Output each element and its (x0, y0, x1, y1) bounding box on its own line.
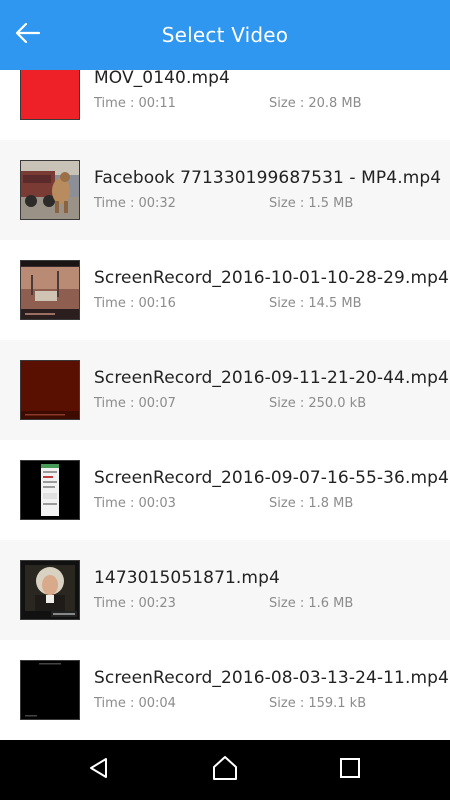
video-duration: Time : 00:07 (94, 396, 176, 411)
square-recents-icon (339, 757, 361, 783)
video-list-item[interactable]: Facebook 771330199687531 - MP4.mp4 Time … (0, 140, 450, 240)
video-file-name: Facebook 771330199687531 - MP4.mp4 (94, 168, 442, 188)
video-thumbnail (20, 460, 80, 520)
video-file-name: ScreenRecord_2016-08-03-13-24-11.mp4 (94, 668, 449, 688)
video-size: Size : 1.8 MB (269, 496, 354, 511)
video-file-name: ScreenRecord_2016-10-01-10-28-29.mp4 (94, 268, 449, 288)
system-recents-button[interactable] (330, 750, 370, 790)
video-size: Size : 159.1 kB (269, 696, 367, 711)
video-list[interactable]: MOV_0140.mp4 Time : 00:11 Size : 20.8 MB (0, 40, 450, 740)
video-duration: Time : 00:04 (94, 696, 176, 711)
video-size: Size : 1.5 MB (269, 196, 354, 211)
video-thumbnail (20, 360, 80, 420)
video-duration: Time : 00:16 (94, 296, 176, 311)
video-list-item[interactable]: ScreenRecord_2016-09-07-16-55-36.mp4 Tim… (0, 440, 450, 540)
select-video-screen: MOV_0140.mp4 Time : 00:11 Size : 20.8 MB (0, 0, 450, 800)
system-home-button[interactable] (205, 750, 245, 790)
home-icon (212, 755, 238, 785)
video-list-item[interactable]: 1473015051871.mp4 Time : 00:23 Size : 1.… (0, 540, 450, 640)
system-navigation-bar (0, 740, 450, 800)
video-thumbnail (20, 660, 80, 720)
video-size: Size : 20.8 MB (269, 96, 362, 111)
triangle-back-icon (87, 756, 111, 784)
video-thumbnail (20, 560, 80, 620)
video-duration: Time : 00:03 (94, 496, 176, 511)
video-size: Size : 250.0 kB (269, 396, 367, 411)
video-duration: Time : 00:32 (94, 196, 176, 211)
app-bar: Select Video (0, 0, 450, 70)
video-file-name: MOV_0140.mp4 (94, 68, 230, 88)
video-list-item[interactable]: ScreenRecord_2016-10-01-10-28-29.mp4 Tim… (0, 240, 450, 340)
video-thumbnail (20, 160, 80, 220)
video-file-name: 1473015051871.mp4 (94, 568, 280, 588)
video-list-item[interactable]: ScreenRecord_2016-08-03-13-24-11.mp4 Tim… (0, 640, 450, 740)
video-duration: Time : 00:11 (94, 96, 176, 111)
video-file-name: ScreenRecord_2016-09-07-16-55-36.mp4 (94, 468, 449, 488)
video-thumbnail (20, 260, 80, 320)
page-title: Select Video (161, 23, 289, 47)
video-list-item[interactable]: ScreenRecord_2016-09-11-21-20-44.mp4 Tim… (0, 340, 450, 440)
video-file-name: ScreenRecord_2016-09-11-21-20-44.mp4 (94, 368, 449, 388)
video-size: Size : 14.5 MB (269, 296, 362, 311)
video-size: Size : 1.6 MB (269, 596, 354, 611)
system-back-button[interactable] (79, 750, 119, 790)
video-duration: Time : 00:23 (94, 596, 176, 611)
